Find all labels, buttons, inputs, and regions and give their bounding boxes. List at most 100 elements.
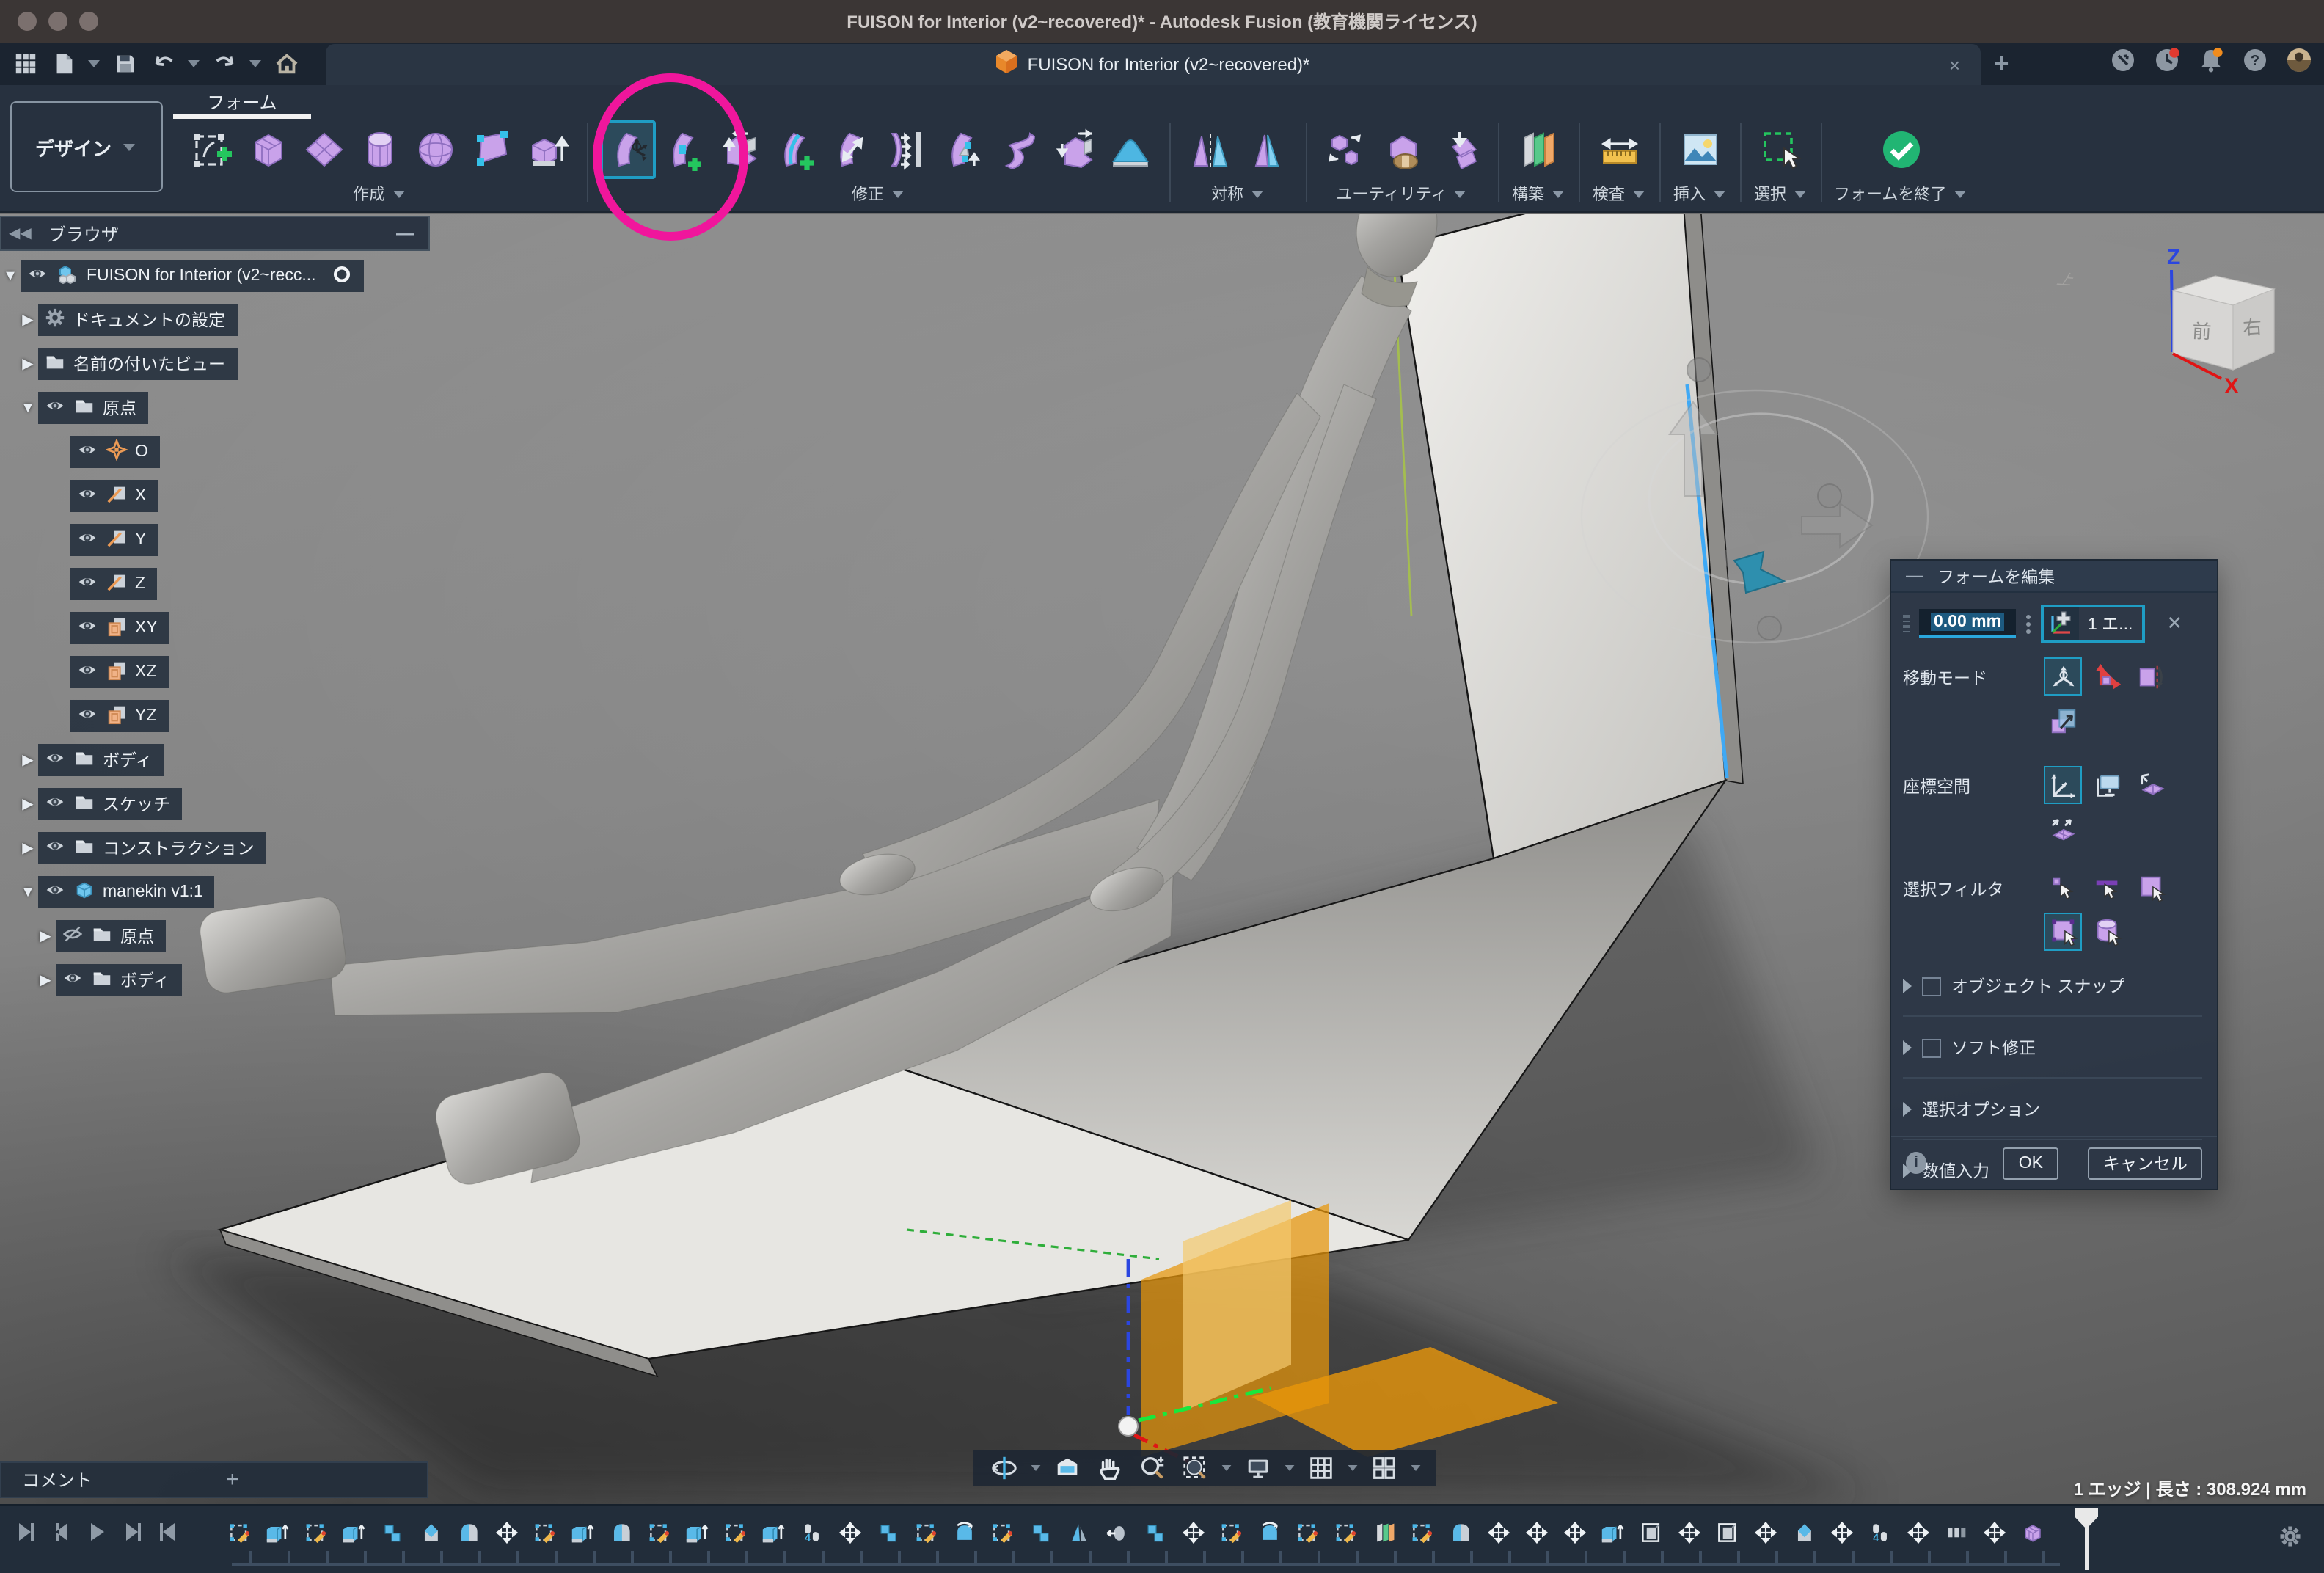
new-file-icon-chevron-down-icon[interactable] (88, 60, 100, 67)
timeline-feature-move[interactable] (487, 1514, 525, 1550)
timeline-feature-move[interactable] (1479, 1514, 1517, 1550)
chevron-down-icon[interactable]: ▼ (21, 884, 35, 900)
timeline-feature-sketch[interactable] (1212, 1514, 1250, 1550)
group-label-作成[interactable]: 作成 (353, 182, 407, 205)
extension-icon[interactable] (2110, 47, 2136, 81)
tool-plane[interactable] (296, 120, 352, 179)
selection-options-row[interactable]: 選択オプション (1903, 1098, 2202, 1121)
skip-to-end-icon[interactable] (156, 1520, 179, 1551)
tool-inspect[interactable] (1592, 120, 1648, 179)
tree-row[interactable]: YZ (0, 700, 430, 732)
grid-settings-icon-chevron[interactable] (1348, 1465, 1358, 1471)
home-icon[interactable] (270, 48, 302, 80)
timeline-feature-extrude[interactable] (335, 1514, 373, 1550)
tree-item-label[interactable]: XY (135, 619, 158, 637)
tool-edit_face[interactable] (712, 120, 767, 179)
tree-item-label[interactable]: コンストラクション (103, 836, 255, 860)
step-back-icon[interactable] (50, 1520, 73, 1551)
timeline-feature-plane[interactable] (1364, 1514, 1403, 1550)
tool-merge_edge[interactable] (935, 120, 990, 179)
help-icon[interactable]: ? (2242, 47, 2268, 81)
timeline-settings-gear-icon[interactable] (2277, 1523, 2303, 1557)
minimize-panel-icon[interactable]: — (396, 223, 414, 244)
workspace-switcher[interactable]: デザイン (10, 101, 163, 192)
timeline-feature-cyls[interactable]: 4 (792, 1514, 830, 1550)
coord-local-per-entity[interactable] (2044, 810, 2082, 848)
timeline-feature-fillet[interactable] (449, 1514, 487, 1550)
timeline-feature-move[interactable] (1822, 1514, 1860, 1550)
window-minimize-button[interactable] (48, 12, 67, 31)
chevron-right-icon[interactable]: ▶ (21, 752, 35, 768)
chevron-right-icon[interactable]: ▶ (21, 796, 35, 812)
filter-vertex[interactable] (2044, 869, 2082, 907)
tool-subdivide[interactable] (823, 120, 879, 179)
window-zoom-button[interactable] (79, 12, 98, 31)
timeline-feature-chamfer[interactable] (411, 1514, 449, 1550)
tree-item-label[interactable]: Y (135, 531, 146, 549)
tree-row[interactable]: ▶コンストラクション (0, 832, 430, 864)
filter-face-selected[interactable] (2044, 913, 2082, 951)
tree-item-label[interactable]: ボディ (120, 968, 169, 992)
tree-item-label[interactable]: XZ (135, 663, 156, 681)
tab-form[interactable]: フォーム (173, 90, 311, 114)
tree-row[interactable]: ▶ ドキュメントの設定 (0, 304, 430, 336)
orbit-icon[interactable] (984, 1454, 1024, 1482)
window-close-button[interactable] (18, 12, 37, 31)
zoom-icon[interactable] (1133, 1454, 1172, 1482)
tool-mirror2[interactable] (1183, 120, 1238, 179)
group-label-選択[interactable]: 選択 (1754, 182, 1808, 205)
new-file-icon[interactable] (47, 48, 79, 80)
tool-display_mode[interactable] (1375, 120, 1430, 179)
tree-item-label[interactable]: 原点 (120, 924, 154, 948)
timeline-feature-fillet[interactable] (602, 1514, 640, 1550)
save-icon[interactable] (109, 48, 141, 80)
tree-row[interactable]: XY (0, 612, 430, 644)
tool-extrude[interactable] (519, 120, 575, 179)
timeline-feature-revolve[interactable] (945, 1514, 983, 1550)
timeline-feature-sketch[interactable] (220, 1514, 258, 1550)
chevron-right-icon[interactable]: ▶ (38, 928, 53, 944)
timeline-feature-move[interactable] (830, 1514, 869, 1550)
pan-icon[interactable] (1090, 1454, 1130, 1482)
timeline-feature-combine[interactable] (1021, 1514, 1059, 1550)
tool-mirror1[interactable] (1238, 120, 1294, 179)
tree-item-label[interactable]: 名前の付いたビュー (73, 352, 225, 376)
visibility-eye-icon[interactable] (44, 747, 66, 773)
add-comment-icon[interactable]: + (226, 1467, 409, 1492)
chevron-down-icon[interactable]: ▼ (21, 400, 35, 416)
timeline-feature-sketch[interactable] (525, 1514, 563, 1550)
step-forward-icon[interactable] (120, 1520, 144, 1551)
tool-match[interactable] (1430, 120, 1486, 179)
avatar[interactable] (2286, 47, 2312, 81)
drag-grip-icon[interactable] (1903, 606, 1912, 641)
display-settings-icon[interactable] (1238, 1454, 1278, 1482)
tool-quadball[interactable] (464, 120, 519, 179)
timeline-feature-sketch[interactable] (640, 1514, 678, 1550)
tool-box[interactable] (241, 120, 296, 179)
tool-cylinder[interactable] (352, 120, 408, 179)
tool-align[interactable] (879, 120, 935, 179)
tool-insert_img[interactable] (1673, 120, 1728, 179)
tree-item-label[interactable]: ボディ (103, 748, 152, 772)
notifications-icon[interactable] (2198, 47, 2224, 81)
tree-row[interactable]: ▼manekin v1:1 (0, 876, 430, 908)
tree-row[interactable]: X (0, 480, 430, 512)
chair-back-panel[interactable] (1397, 214, 1725, 858)
filter-face[interactable] (2132, 869, 2170, 907)
tree-row[interactable]: Y (0, 524, 430, 556)
move-mode-rotate[interactable] (2132, 657, 2170, 696)
visibility-eye-icon[interactable] (44, 835, 66, 861)
chevron-right-icon[interactable]: ▶ (21, 312, 35, 328)
timeline-feature-combine[interactable] (869, 1514, 907, 1550)
fit-view-icon[interactable] (1175, 1454, 1215, 1482)
coord-local[interactable] (2132, 766, 2170, 804)
timeline-feature-sketch[interactable] (1326, 1514, 1364, 1550)
move-mode-axes[interactable] (2088, 657, 2126, 696)
activate-component-icon[interactable] (332, 263, 353, 288)
group-label-ユーティリティ[interactable]: ユーティリティ (1336, 182, 1469, 205)
tool-edit_form[interactable] (600, 120, 656, 179)
tree-row[interactable]: ▶スケッチ (0, 788, 430, 820)
visibility-eye-icon[interactable] (76, 659, 98, 685)
selection-chip[interactable]: 1 エ... (2041, 605, 2144, 643)
tree-item-label[interactable]: ドキュメントの設定 (73, 308, 225, 332)
